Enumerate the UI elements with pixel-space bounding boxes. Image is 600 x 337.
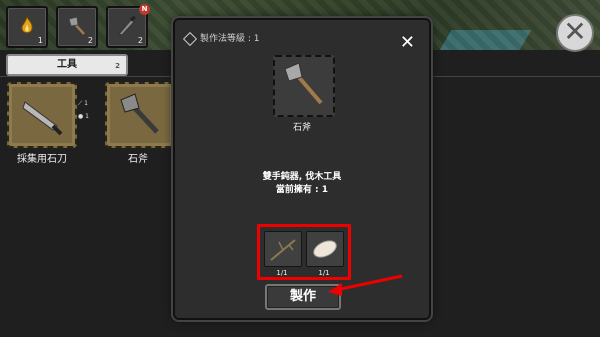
item-description: 雙手鈍器, 伐木工具 — [262, 172, 342, 182]
stone-knife-icon — [22, 101, 63, 136]
stone-axe-icon — [284, 62, 323, 105]
stone-icon — [313, 240, 337, 258]
ingredient-slot-stone — [306, 231, 344, 267]
tab-count: 2 — [115, 62, 120, 70]
diamond-icon — [182, 31, 198, 46]
branch-icon — [270, 239, 296, 261]
slot-count: 2 — [87, 36, 93, 45]
toolbar-slot-fire[interactable]: 1 — [6, 6, 48, 48]
ingredient-slot-branch — [264, 231, 302, 267]
close-icon[interactable]: ✕ — [556, 14, 594, 52]
item-preview — [273, 55, 335, 117]
stone-axe-icon — [120, 93, 159, 134]
water-area — [438, 30, 532, 52]
toolbar-slot-knife[interactable]: 2 N — [106, 4, 150, 48]
arrow-icon — [328, 274, 403, 296]
owned-count: 當前擁有 : 1 — [275, 185, 329, 195]
recipe-ingredient-branch: ⟋ 1 — [78, 100, 88, 107]
branch-icon: ⟋ — [78, 100, 83, 107]
recipe-name-stone-knife: 採集用石刀 — [17, 154, 67, 165]
tab-tools[interactable]: 工具 2 — [6, 54, 128, 76]
toolbar-slot-axe[interactable]: 2 — [56, 6, 98, 48]
item-name: 石斧 — [292, 123, 311, 133]
recipe-card-stone-knife[interactable] — [7, 82, 77, 148]
knife-icon — [118, 15, 136, 36]
modal-close-button[interactable]: ✕ — [400, 34, 415, 52]
new-badge: N — [139, 4, 150, 15]
recipe-level-header: 製作法等級 : 1 — [182, 31, 259, 46]
slot-count: 1 — [37, 36, 43, 45]
recipe-ingredient-stone: ● 1 — [78, 113, 89, 120]
stone-icon: ● — [78, 113, 84, 120]
tab-label: 工具 — [57, 59, 77, 70]
ingredient-count: 1/1 — [276, 269, 288, 277]
slot-count: 2 — [137, 36, 143, 45]
fire-icon — [21, 15, 33, 34]
axe-icon — [68, 16, 85, 35]
recipe-name-stone-axe: 石斧 — [128, 154, 148, 165]
recipe-card-stone-axe[interactable] — [105, 82, 175, 148]
